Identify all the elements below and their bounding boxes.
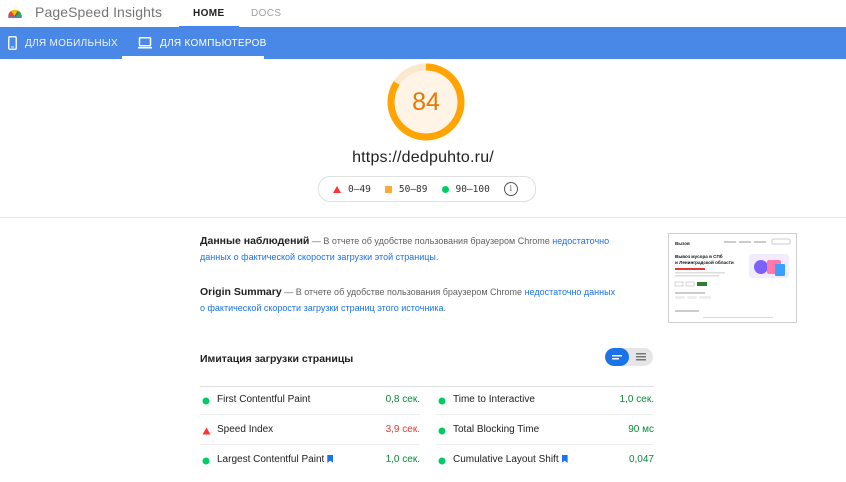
top-bar: PageSpeed Insights HOME DOCS [0,0,846,28]
lab-divider [200,386,654,387]
legend-good: 90–100 [441,183,490,195]
good-circle-icon [438,397,446,405]
legend-average-range: 50–89 [398,183,428,195]
legend-poor: 0–49 [333,184,371,195]
field-data-tail: . [435,252,439,262]
metric-value: 90 мс [628,424,654,435]
metric-divider [200,414,420,415]
field-data-section: Данные наблюдений — В отчете об удобстве… [200,233,620,265]
tab-desktop-label: ДЛЯ КОМПЬЮТЕРОВ [160,37,267,49]
score-legend: 0–49 50–89 90–100 i [318,176,536,202]
metric-name: Speed Index [217,424,274,435]
toggle-list-view[interactable] [605,348,629,366]
origin-summary-title: Origin Summary [200,286,282,298]
thumbnail-logo: Вызов [675,241,690,246]
square-icon [384,185,392,193]
legend-poor-range: 0–49 [348,183,371,195]
poor-triangle-icon [202,427,211,435]
phone-icon [8,36,17,50]
detailed-view-icon[interactable] [629,348,653,366]
good-circle-icon [202,457,210,465]
metric-name: Cumulative Layout Shift [453,454,559,465]
metric-name: Largest Contentful Paint [217,454,325,465]
section-divider [0,217,846,218]
metric-name-wrap: Cumulative Layout Shift [453,454,568,465]
metrics-view-toggle[interactable] [605,348,653,366]
metric-value: 1,0 сек. [385,454,420,465]
origin-summary-tail: . [443,303,446,313]
thumbnail-graphic: Вызов Вывоз мусора в СПб и Ленинградской… [669,234,796,322]
nav-tab-docs[interactable]: DOCS [251,8,282,19]
tab-mobile-label: ДЛЯ МОБИЛЬНЫХ [25,37,118,49]
metric-name: Time to Interactive [453,394,535,405]
circle-icon [441,185,449,193]
desktop-icon [138,37,152,49]
metric-name: First Contentful Paint [217,394,311,405]
triangle-icon [333,185,341,193]
metric-largest-contentful-paint: Largest Contentful Paint 1,0 сек. [200,454,420,468]
metric-total-blocking-time: Total Blocking Time 90 мс [436,424,654,438]
good-circle-icon [438,457,446,465]
good-circle-icon [438,427,446,435]
metric-value: 0,047 [628,454,654,465]
metric-divider [200,444,420,445]
page-screenshot-thumbnail: Вызов Вывоз мусора в СПб и Ленинградской… [668,233,797,323]
metric-name-wrap: Largest Contentful Paint [217,454,334,465]
thumbnail-headline-2: и Ленинградской области [675,259,734,265]
metric-time-to-interactive: Time to Interactive 1,0 сек. [436,394,654,408]
active-tab-indicator [122,56,264,59]
metric-name: Total Blocking Time [453,424,540,435]
legend-average: 50–89 [384,183,428,195]
origin-summary-text: — В отчете об удобстве пользования брауз… [281,287,525,297]
field-data-title: Данные наблюдений [200,235,310,247]
metric-first-contentful-paint: First Contentful Paint 0,8 сек. [200,394,420,408]
bookmark-icon[interactable] [327,455,334,463]
bookmark-icon[interactable] [561,455,568,463]
metric-value: 1,0 сек. [619,394,654,405]
device-tab-bar: ДЛЯ МОБИЛЬНЫХ ДЛЯ КОМПЬЮТЕРОВ [0,27,846,59]
legend-good-range: 90–100 [455,183,490,195]
pagespeed-logo-icon [8,9,22,18]
metric-divider [436,444,654,445]
info-icon[interactable]: i [503,182,518,196]
brand-name[interactable]: PageSpeed Insights [35,4,162,20]
metric-value: 3,9 сек. [385,424,420,435]
list-view-icon [612,355,622,360]
performance-score: 84 [412,87,440,116]
lab-data-title: Имитация загрузки страницы [200,353,354,365]
tab-desktop[interactable]: ДЛЯ КОМПЬЮТЕРОВ [138,27,267,59]
nav-tab-home[interactable]: HOME [179,8,239,28]
metric-cumulative-layout-shift: Cumulative Layout Shift 0,047 [436,454,654,468]
field-data-text: — В отчете об удобстве пользования брауз… [309,236,553,246]
tested-url: https://dedpuhto.ru/ [352,149,494,166]
tab-mobile[interactable]: ДЛЯ МОБИЛЬНЫХ [8,27,118,59]
metric-divider [436,414,654,415]
origin-summary-section: Origin Summary — В отчете об удобстве по… [200,284,620,316]
thumbnail-headline-1: Вывоз мусора в СПб [675,253,723,259]
metric-value: 0,8 сек. [385,394,420,405]
good-circle-icon [202,397,210,405]
metric-speed-index: Speed Index 3,9 сек. [200,424,420,438]
